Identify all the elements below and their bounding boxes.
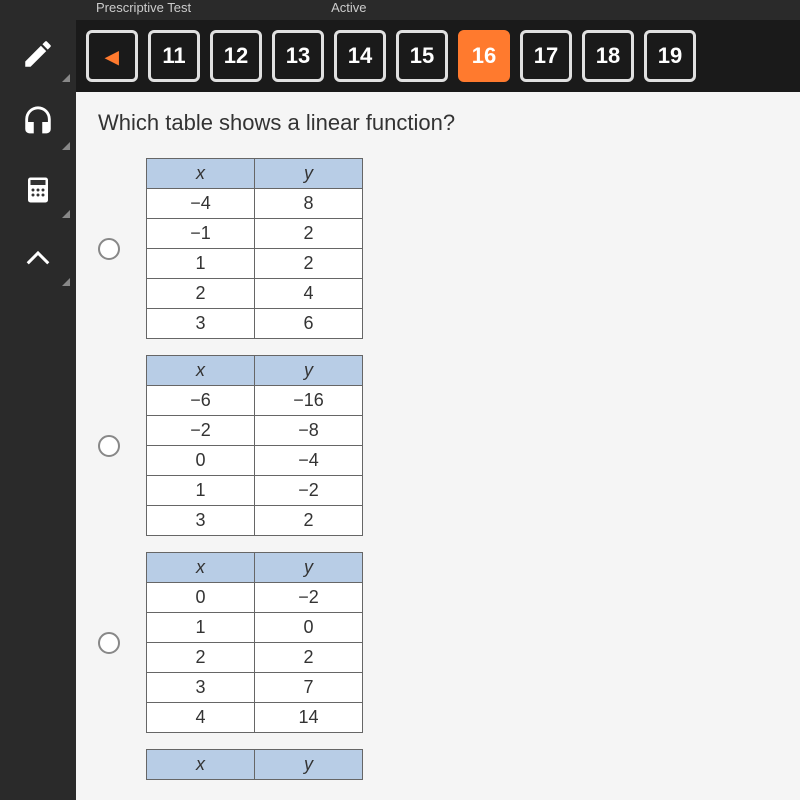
caret-up-icon [21, 241, 55, 275]
option-b: xy −6−16 −2−8 0−4 1−2 32 [98, 355, 778, 536]
option-d: xy [146, 749, 778, 780]
nav-item-13[interactable]: 13 [272, 30, 324, 82]
option-c: xy 0−2 10 22 37 414 [98, 552, 778, 733]
header-row: Prescriptive Test Active [76, 0, 800, 20]
cell: 2 [147, 643, 255, 673]
calculator-icon [23, 175, 53, 205]
main-area: Prescriptive Test Active ◂ 11 12 13 14 1… [76, 0, 800, 800]
nav-item-15[interactable]: 15 [396, 30, 448, 82]
cell: −16 [255, 386, 363, 416]
cell: 2 [255, 249, 363, 279]
cell: −6 [147, 386, 255, 416]
header-left: Prescriptive Test [96, 0, 191, 15]
cell: 1 [147, 476, 255, 506]
headphones-tool[interactable] [0, 88, 76, 156]
cell: 2 [255, 643, 363, 673]
pencil-icon [21, 37, 55, 71]
cell: −2 [255, 583, 363, 613]
table-header-y: y [255, 553, 363, 583]
nav-item-12[interactable]: 12 [210, 30, 262, 82]
question-content: Which table shows a linear function? xy … [76, 92, 800, 800]
nav-prev-button[interactable]: ◂ [86, 30, 138, 82]
table-b: xy −6−16 −2−8 0−4 1−2 32 [146, 355, 363, 536]
cell: 14 [255, 703, 363, 733]
cell: −1 [147, 219, 255, 249]
header-right: Active [331, 0, 366, 15]
cell: 7 [255, 673, 363, 703]
pencil-tool[interactable] [0, 20, 76, 88]
cell: −4 [147, 189, 255, 219]
caret-tool[interactable] [0, 224, 76, 292]
table-header-x: x [147, 159, 255, 189]
cell: 1 [147, 613, 255, 643]
question-text: Which table shows a linear function? [98, 110, 778, 136]
cell: 8 [255, 189, 363, 219]
cell: 2 [255, 506, 363, 536]
cell: −4 [255, 446, 363, 476]
cell: 3 [147, 506, 255, 536]
nav-item-14[interactable]: 14 [334, 30, 386, 82]
cell: 4 [147, 703, 255, 733]
table-a: xy −48 −12 12 24 36 [146, 158, 363, 339]
cell: 0 [147, 583, 255, 613]
radio-a[interactable] [98, 238, 120, 260]
table-d: xy [146, 749, 363, 780]
table-header-x: x [147, 356, 255, 386]
calculator-tool[interactable] [0, 156, 76, 224]
cell: 1 [147, 249, 255, 279]
cell: 0 [147, 446, 255, 476]
table-header-y: y [255, 159, 363, 189]
table-c: xy 0−2 10 22 37 414 [146, 552, 363, 733]
cell: 0 [255, 613, 363, 643]
table-header-x: x [147, 553, 255, 583]
nav-item-11[interactable]: 11 [148, 30, 200, 82]
radio-b[interactable] [98, 435, 120, 457]
table-header-x: x [147, 750, 255, 780]
nav-item-19[interactable]: 19 [644, 30, 696, 82]
headphones-icon [21, 105, 55, 139]
toolbar-sidebar [0, 0, 76, 800]
table-header-y: y [255, 750, 363, 780]
cell: 2 [147, 279, 255, 309]
cell: −8 [255, 416, 363, 446]
cell: 4 [255, 279, 363, 309]
cell: −2 [147, 416, 255, 446]
question-nav: ◂ 11 12 13 14 15 16 17 18 19 [76, 20, 800, 92]
cell: 3 [147, 309, 255, 339]
cell: 2 [255, 219, 363, 249]
nav-item-17[interactable]: 17 [520, 30, 572, 82]
nav-item-16[interactable]: 16 [458, 30, 510, 82]
nav-item-18[interactable]: 18 [582, 30, 634, 82]
cell: 6 [255, 309, 363, 339]
table-header-y: y [255, 356, 363, 386]
cell: 3 [147, 673, 255, 703]
option-a: xy −48 −12 12 24 36 [98, 158, 778, 339]
radio-c[interactable] [98, 632, 120, 654]
cell: −2 [255, 476, 363, 506]
